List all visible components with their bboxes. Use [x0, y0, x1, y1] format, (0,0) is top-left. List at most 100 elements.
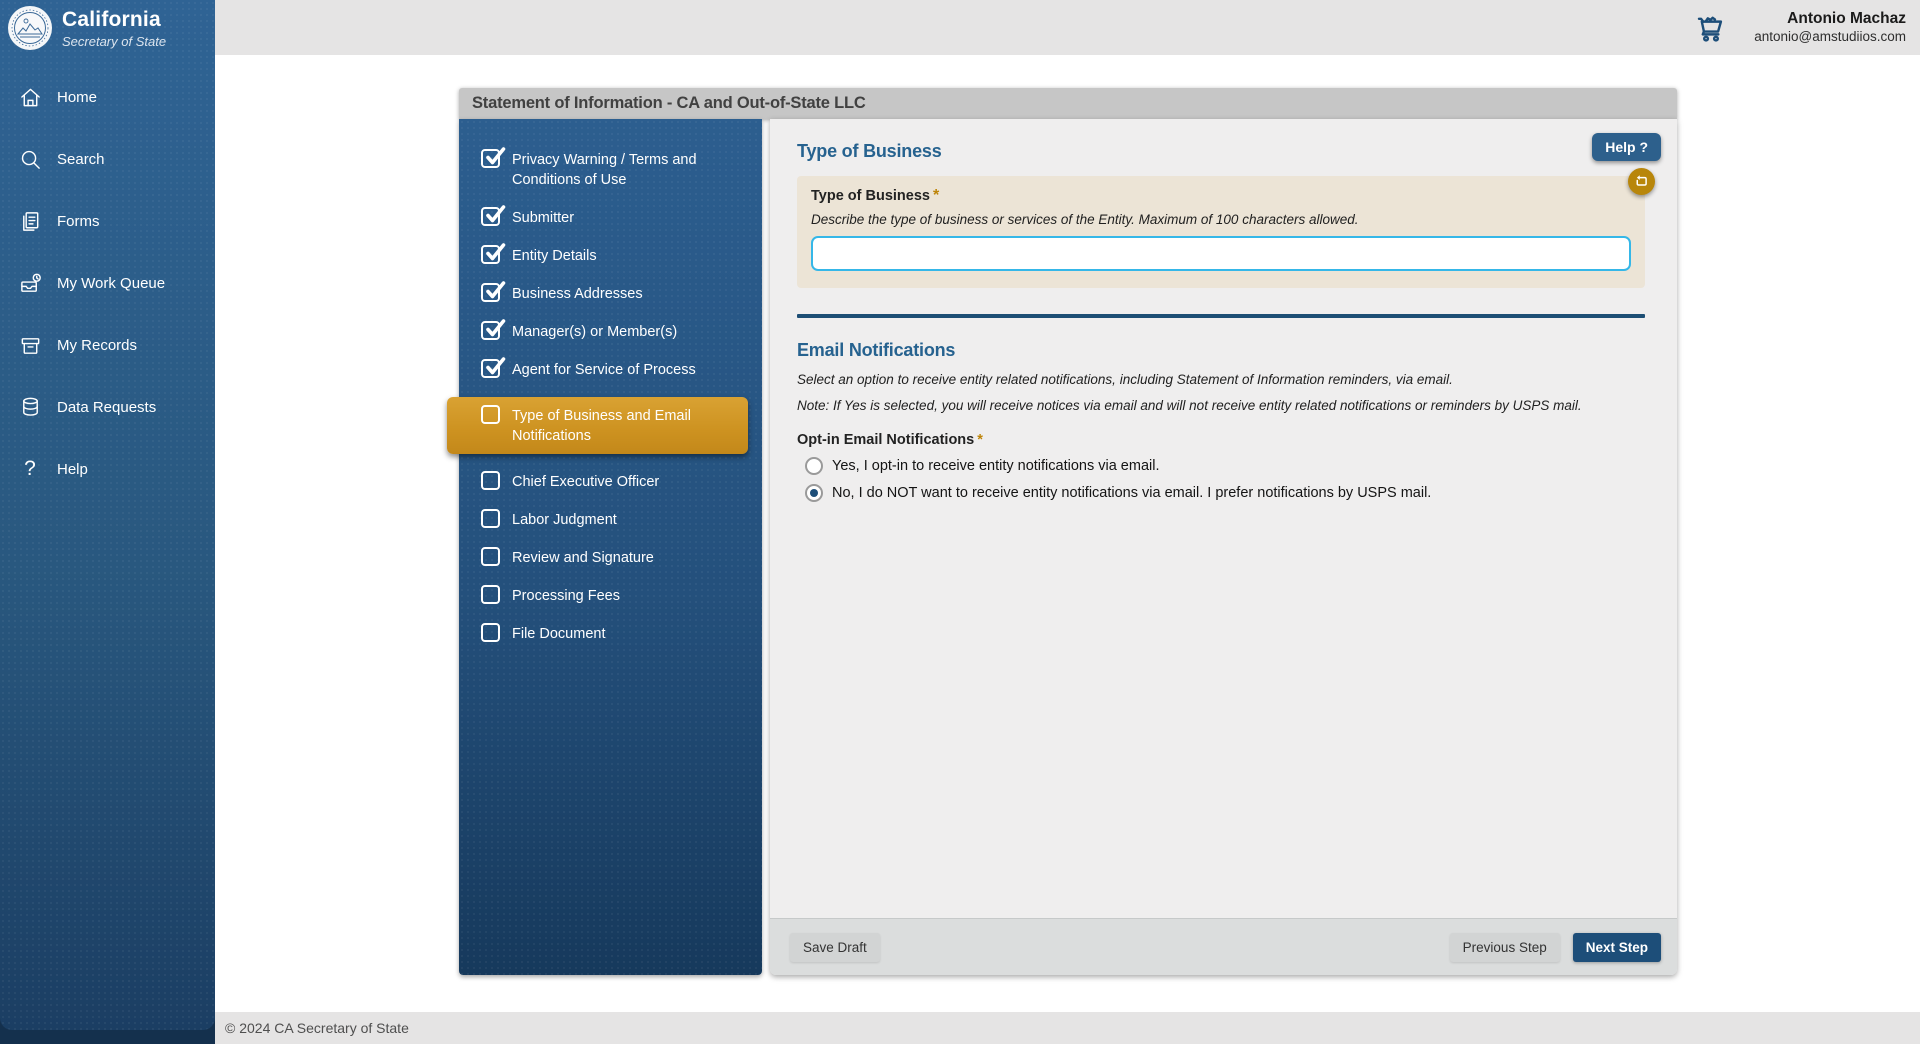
sidebar-item-my-records[interactable]: My Records	[0, 332, 215, 358]
sidebar-item-label: Home	[57, 89, 97, 106]
step-submitter[interactable]: Submitter	[459, 207, 762, 228]
form-steps-panel: Privacy Warning / Terms and Conditions o…	[459, 119, 762, 975]
step-label: Privacy Warning / Terms and Conditions o…	[512, 149, 762, 190]
step-chief-executive-officer[interactable]: Chief Executive Officer	[459, 471, 762, 492]
step-label: Agent for Service of Process	[512, 359, 704, 380]
step-privacy-warning[interactable]: Privacy Warning / Terms and Conditions o…	[459, 149, 762, 190]
undo-reset-icon[interactable]	[1628, 168, 1655, 195]
home-icon	[18, 85, 42, 109]
sidebar-item-label: My Work Queue	[57, 275, 165, 292]
sidebar-item-label: Data Requests	[57, 399, 156, 416]
help-icon: ?	[18, 457, 42, 481]
checkbox-checked-icon	[481, 245, 500, 264]
brand[interactable]: California Secretary of State	[0, 0, 215, 56]
checkbox-checked-icon	[481, 207, 500, 226]
sidebar-item-home[interactable]: Home	[0, 84, 215, 110]
step-processing-fees[interactable]: Processing Fees	[459, 585, 762, 606]
step-file-document[interactable]: File Document	[459, 623, 762, 644]
required-asterisk: *	[977, 432, 983, 448]
form-content-panel: Help ? Type of Business Type of Business…	[770, 119, 1677, 975]
brand-name: California	[62, 8, 166, 32]
work-queue-icon	[18, 271, 42, 295]
app-window: California Secretary of State Home Searc…	[0, 0, 1920, 1044]
top-header: Antonio Machaz antonio@amstudiios.com	[215, 0, 1920, 55]
step-entity-details[interactable]: Entity Details	[459, 245, 762, 266]
app-sidebar: California Secretary of State Home Searc…	[0, 0, 215, 1030]
sidebar-item-forms[interactable]: Forms	[0, 208, 215, 234]
section-divider	[797, 314, 1645, 318]
sidebar-item-label: My Records	[57, 337, 137, 354]
user-email: antonio@amstudiios.com	[1754, 29, 1906, 46]
sidebar-item-search[interactable]: Search	[0, 146, 215, 172]
step-label: Type of Business and Email Notifications	[512, 405, 748, 446]
california-state-seal-icon	[8, 6, 52, 50]
checkbox-checked-icon	[481, 283, 500, 302]
checkbox-checked-icon	[481, 149, 500, 168]
sidebar-item-label: Search	[57, 151, 105, 168]
checkbox-unchecked-icon	[481, 623, 500, 642]
optin-yes-radio-row[interactable]: Yes, I opt-in to receive entity notifica…	[805, 457, 1645, 475]
email-notifications-note: Note: If Yes is selected, you will recei…	[797, 398, 1645, 413]
optin-no-label: No, I do NOT want to receive entity noti…	[832, 485, 1431, 501]
optin-email-label: Opt-in Email Notifications	[797, 432, 974, 448]
form-title-bar: Statement of Information - CA and Out-of…	[459, 88, 1677, 119]
records-icon	[18, 333, 42, 357]
type-of-business-heading: Type of Business	[797, 141, 1645, 162]
next-step-button[interactable]: Next Step	[1573, 933, 1661, 962]
sidebar-item-help[interactable]: ? Help	[0, 456, 215, 482]
previous-step-button[interactable]: Previous Step	[1450, 933, 1560, 962]
checkbox-unchecked-icon	[481, 509, 500, 528]
step-label: Processing Fees	[512, 585, 628, 606]
sidebar-item-label: Help	[57, 461, 88, 478]
checkbox-checked-icon	[481, 359, 500, 378]
page-footer: © 2024 CA Secretary of State	[215, 1012, 1920, 1044]
optin-yes-label: Yes, I opt-in to receive entity notifica…	[832, 458, 1160, 474]
step-label: Review and Signature	[512, 547, 662, 568]
radio-unselected-icon[interactable]	[805, 457, 823, 475]
required-asterisk: *	[933, 187, 939, 204]
step-label: Entity Details	[512, 245, 605, 266]
step-managers-members[interactable]: Manager(s) or Member(s)	[459, 321, 762, 342]
checkbox-unchecked-icon	[481, 547, 500, 566]
checkbox-checked-icon	[481, 321, 500, 340]
step-label: Manager(s) or Member(s)	[512, 321, 685, 342]
step-label: Chief Executive Officer	[512, 471, 667, 492]
sidebar-item-data-requests[interactable]: Data Requests	[0, 394, 215, 420]
data-requests-icon	[18, 395, 42, 419]
steps-list: Privacy Warning / Terms and Conditions o…	[459, 119, 762, 644]
type-of-business-label: Type of Business	[811, 188, 930, 204]
checkbox-unchecked-icon	[481, 471, 500, 490]
step-type-of-business-email[interactable]: Type of Business and Email Notifications	[447, 397, 748, 454]
email-notifications-description: Select an option to receive entity relat…	[797, 372, 1645, 387]
radio-selected-icon[interactable]	[805, 484, 823, 502]
help-button[interactable]: Help ?	[1592, 133, 1661, 161]
step-agent-service-process[interactable]: Agent for Service of Process	[459, 359, 762, 380]
checkbox-unchecked-icon	[481, 585, 500, 604]
step-business-addresses[interactable]: Business Addresses	[459, 283, 762, 304]
type-of-business-input[interactable]	[811, 236, 1631, 271]
type-of-business-field-panel: Type of Business* Describe the type of b…	[797, 176, 1645, 288]
step-label: Business Addresses	[512, 283, 651, 304]
user-account[interactable]: Antonio Machaz antonio@amstudiios.com	[1754, 9, 1906, 45]
sidebar-nav: Home Search Forms My Work Queue	[0, 84, 215, 482]
step-label: Submitter	[512, 207, 582, 228]
forms-icon	[18, 209, 42, 233]
sidebar-item-label: Forms	[57, 213, 100, 230]
type-of-business-hint: Describe the type of business or service…	[811, 212, 1631, 227]
save-draft-button[interactable]: Save Draft	[790, 933, 880, 962]
step-review-signature[interactable]: Review and Signature	[459, 547, 762, 568]
search-icon	[18, 147, 42, 171]
step-labor-judgment[interactable]: Labor Judgment	[459, 509, 762, 530]
step-label: File Document	[512, 623, 613, 644]
email-notifications-heading: Email Notifications	[797, 340, 1645, 361]
shopping-cart-icon[interactable]	[1694, 11, 1728, 45]
email-notifications-section: Email Notifications Select an option to …	[797, 340, 1645, 502]
optin-email-label-row: Opt-in Email Notifications*	[797, 432, 1645, 448]
brand-tagline: Secretary of State	[62, 34, 166, 49]
form-action-bar: Save Draft Previous Step Next Step	[770, 918, 1677, 975]
sidebar-item-my-work-queue[interactable]: My Work Queue	[0, 270, 215, 296]
step-label: Labor Judgment	[512, 509, 625, 530]
checkbox-unchecked-icon	[481, 405, 500, 424]
user-name: Antonio Machaz	[1754, 9, 1906, 28]
optin-no-radio-row[interactable]: No, I do NOT want to receive entity noti…	[805, 484, 1645, 502]
